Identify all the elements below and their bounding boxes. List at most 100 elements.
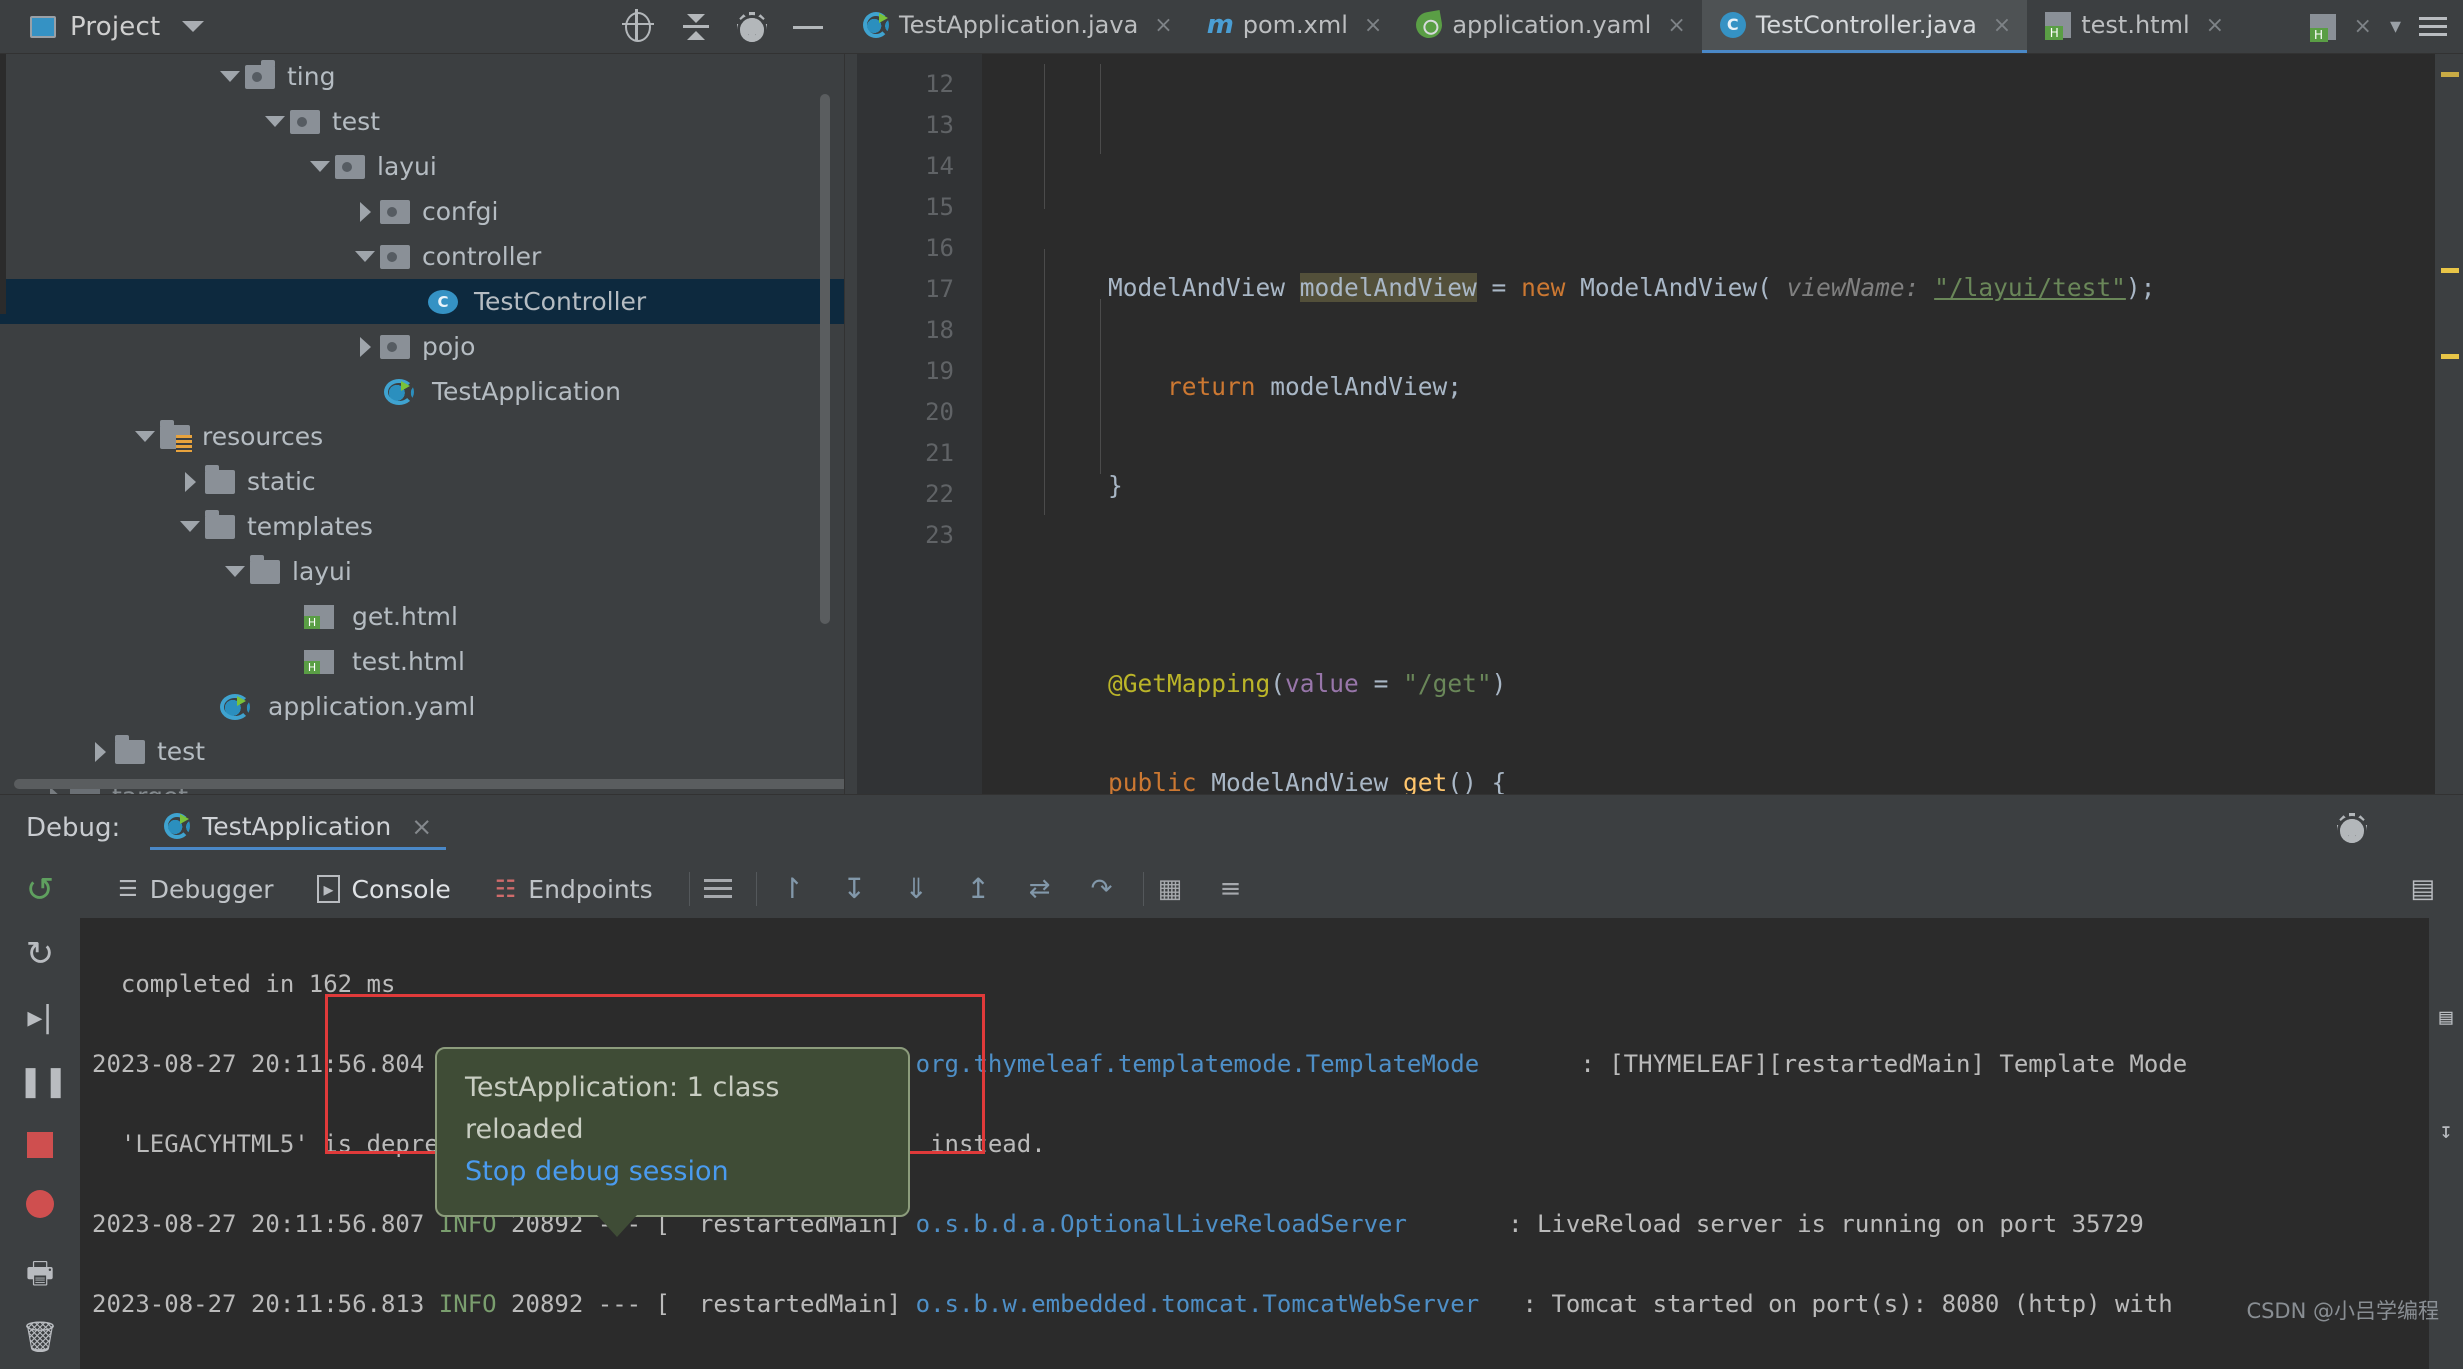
debug-run-config-tab[interactable]: TestApplication × — [150, 806, 447, 850]
stop-icon[interactable] — [27, 1132, 53, 1158]
tree-node-test-dir[interactable]: test — [0, 729, 844, 774]
tree-node-resources[interactable]: resources — [0, 414, 844, 459]
hide-icon[interactable] — [793, 12, 823, 42]
step-over-icon[interactable]: ↾ — [781, 870, 819, 908]
debug-tab-strip: ☰ Debugger ▸ Console ☷ Endpoints ↾ ↧ ⇓ ↥… — [80, 860, 2463, 918]
pause-icon[interactable]: ❚❚ — [18, 1062, 68, 1102]
twisty-open-icon[interactable] — [215, 71, 245, 82]
tree-node-layui-folder[interactable]: layui — [0, 549, 844, 594]
settings-gear-icon[interactable] — [737, 11, 767, 42]
tree-vertical-scrollbar[interactable] — [820, 94, 830, 624]
tree-node-label: resources — [202, 422, 324, 451]
console-settings-icon[interactable]: ▤ — [2410, 874, 2463, 904]
chevron-down-icon[interactable] — [182, 21, 205, 32]
tab-testapplication-java[interactable]: TestApplication.java × — [845, 0, 1189, 53]
tree-node-layui-pkg[interactable]: layui — [0, 144, 844, 189]
line-number: 20 — [925, 398, 954, 426]
close-icon[interactable]: × — [1154, 13, 1172, 38]
gear-icon[interactable] — [2337, 812, 2367, 843]
html-file-icon — [304, 649, 334, 674]
resume-icon[interactable]: ▸| — [18, 998, 62, 1038]
editor-gutter[interactable]: 12 13 14 15 16 17 18 19 20 21 22 23 — [857, 54, 982, 794]
minimize-icon[interactable] — [2403, 813, 2433, 843]
twisty-open-icon[interactable] — [305, 161, 335, 172]
twisty-open-icon[interactable] — [350, 251, 380, 262]
tab-console[interactable]: ▸ Console — [295, 860, 472, 918]
project-panel-header: Project — [0, 0, 845, 53]
twisty-open-icon[interactable] — [130, 431, 160, 442]
tree-horizontal-scrollbar[interactable] — [14, 779, 844, 789]
debug-side-toolbar: ↺ ↻ ▸| ❚❚ 🖶 🗑 » — [0, 860, 80, 1369]
tab-endpoints[interactable]: ☷ Endpoints — [473, 860, 675, 918]
tab-label: application.yaml — [1452, 11, 1652, 39]
code-text-area[interactable]: ModelAndView modelAndView = new ModelAnd… — [982, 54, 2463, 794]
tabs-overflow-icon[interactable]: ▾ — [2390, 14, 2401, 39]
trash-icon[interactable]: 🗑 — [18, 1318, 62, 1358]
evaluate-icon[interactable]: ↷ — [1091, 870, 1129, 908]
rerun-icon[interactable]: ↺ — [18, 870, 62, 910]
html-file-icon — [304, 604, 334, 629]
force-step-into-icon[interactable]: ⇓ — [905, 870, 943, 908]
tab-application-yaml[interactable]: application.yaml × — [1398, 0, 1701, 53]
twisty-open-icon[interactable] — [175, 521, 205, 532]
console-line: 2023-08-27 20:11:56.813 INFO 20892 --- [… — [92, 1290, 2173, 1318]
frames-icon[interactable]: ▦ — [1158, 870, 1196, 908]
soft-wrap-icon[interactable]: ▤ — [2430, 1004, 2462, 1032]
close-icon[interactable]: × — [1667, 13, 1685, 38]
run-to-cursor-icon[interactable]: ⇄ — [1029, 870, 1067, 908]
spring-yaml-icon — [220, 693, 250, 720]
collapse-all-icon[interactable] — [681, 12, 711, 42]
print-icon[interactable]: 🖶 — [18, 1254, 62, 1294]
line-number: 19 — [925, 357, 954, 385]
endpoints-icon: ☷ — [494, 875, 517, 903]
scroll-to-end-icon[interactable]: ↧ — [2430, 1118, 2462, 1146]
tree-node-testapplication[interactable]: TestApplication — [0, 369, 844, 414]
locate-icon[interactable] — [625, 11, 655, 42]
twisty-closed-icon[interactable] — [175, 471, 205, 492]
tab-debugger[interactable]: ☰ Debugger — [96, 860, 295, 918]
close-icon[interactable]: × — [2354, 14, 2372, 39]
twisty-closed-icon[interactable] — [85, 741, 115, 762]
tree-node-templates[interactable]: templates — [0, 504, 844, 549]
tree-node-static[interactable]: static — [0, 459, 844, 504]
main-row: ting test layui confgi controller C Test… — [0, 54, 2463, 794]
stop-debug-session-link[interactable]: Stop debug session — [465, 1151, 880, 1193]
editor-marker-bar[interactable] — [2435, 54, 2463, 794]
close-icon[interactable]: × — [1993, 13, 2011, 38]
tree-node-ting[interactable]: ting — [0, 54, 844, 99]
tree-node-confgi[interactable]: confgi — [0, 189, 844, 234]
tree-node-pojo[interactable]: pojo — [0, 324, 844, 369]
package-icon — [290, 109, 320, 134]
tree-node-test-html[interactable]: test.html — [0, 639, 844, 684]
package-icon — [245, 59, 275, 89]
tree-node-label: pojo — [422, 332, 476, 361]
close-icon[interactable]: × — [411, 812, 432, 841]
tree-node-get-html[interactable]: get.html — [0, 594, 844, 639]
twisty-closed-icon[interactable] — [350, 201, 380, 222]
threads-icon[interactable]: ≡ — [1220, 870, 1258, 908]
watermark: CSDN @小吕学编程 — [2246, 1299, 2439, 1323]
layout-icon[interactable] — [703, 874, 742, 912]
menu-icon[interactable] — [2419, 12, 2447, 41]
tree-node-controller[interactable]: controller — [0, 234, 844, 279]
twisty-closed-icon[interactable] — [350, 336, 380, 357]
tree-node-application-yaml[interactable]: application.yaml — [0, 684, 844, 729]
step-into-icon[interactable]: ↧ — [843, 870, 881, 908]
tab-label: test.html — [2081, 11, 2190, 39]
twisty-open-icon[interactable] — [260, 116, 290, 127]
close-icon[interactable]: × — [1364, 13, 1382, 38]
close-icon[interactable]: × — [2206, 13, 2224, 38]
tree-node-test[interactable]: test — [0, 99, 844, 144]
tree-node-testcontroller[interactable]: C TestController — [0, 279, 844, 324]
tree-node-label: templates — [247, 512, 373, 541]
tab-testcontroller-java[interactable]: C TestController.java × — [1701, 0, 2028, 53]
java-class-icon: C — [428, 289, 458, 314]
mute-breakpoints-icon[interactable] — [18, 1190, 62, 1230]
restart-icon[interactable]: ↻ — [18, 934, 62, 974]
tab-pom-xml[interactable]: m pom.xml × — [1189, 0, 1399, 53]
tab-label: TestApplication.java — [899, 11, 1139, 39]
step-out-icon[interactable]: ↥ — [967, 870, 1005, 908]
reload-notification-balloon[interactable]: TestApplication: 1 class reloaded Stop d… — [435, 1047, 910, 1237]
tab-test-html[interactable]: test.html × — [2027, 0, 2240, 53]
twisty-open-icon[interactable] — [220, 566, 250, 577]
